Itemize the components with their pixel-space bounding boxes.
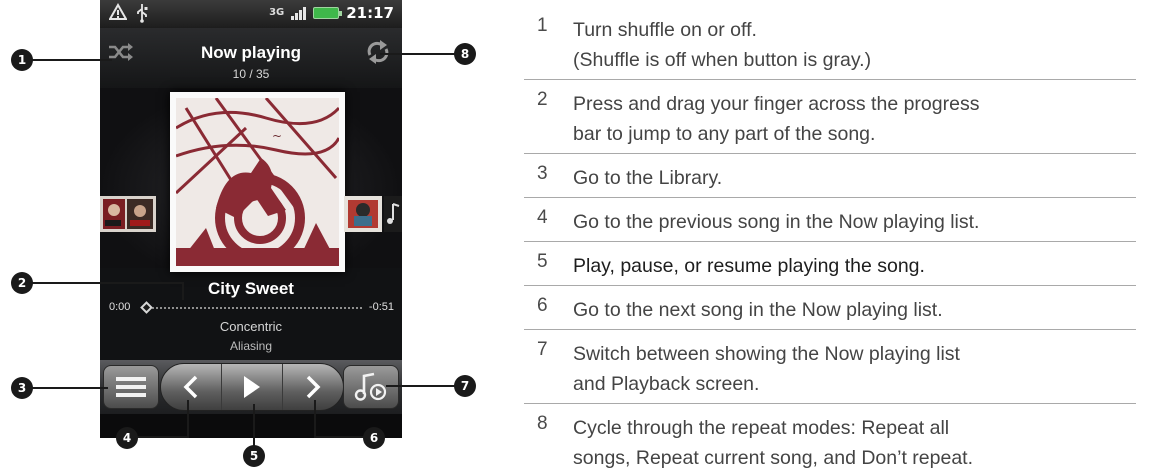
signal-icon [291, 6, 307, 20]
leader-line-6 [314, 436, 366, 438]
legend-text-line: bar to jump to any part of the song. [573, 123, 876, 145]
legend-row-5: 5 Play, pause, or resume playing the son… [524, 242, 1136, 286]
callout-1: 1 [11, 49, 33, 71]
play-button[interactable] [221, 364, 282, 410]
status-bar: 3G 21:17 [100, 0, 402, 28]
progress-bar[interactable]: 0:00 -0:51 [100, 300, 402, 316]
network-type: 3G [269, 7, 285, 18]
library-menu-icon [116, 377, 146, 397]
legend-text-line: songs, Repeat current song, and Don’t re… [573, 447, 973, 468]
legend-number: 3 [537, 163, 548, 184]
phone-bottom-edge [100, 414, 402, 438]
album-art-carousel[interactable]: ~ [100, 88, 402, 272]
callout-7: 7 [454, 375, 476, 397]
page-title: Now playing [200, 43, 302, 62]
legend-row-1: 1 Turn shuffle on or off. (Shuffle is of… [524, 5, 1136, 80]
legend-number: 8 [537, 413, 548, 434]
legend-text-line: and Playback screen. [573, 373, 760, 395]
svg-text:~: ~ [272, 129, 282, 143]
now-playing-list-button[interactable] [343, 365, 399, 409]
leader-line-4 [136, 436, 189, 438]
artist-name: Concentric [219, 319, 283, 334]
usb-icon [135, 3, 149, 27]
legend-number: 5 [537, 251, 548, 272]
legend-number: 2 [537, 89, 548, 110]
phone-screen: 3G 21:17 Now playing 10 / 35 ~ City Swee… [100, 0, 402, 438]
legend-row-8: 8 Cycle through the repeat modes: Repeat… [524, 404, 1136, 468]
callout-6: 6 [363, 427, 385, 449]
legend-row-6: 6 Go to the next song in the Now playing… [524, 286, 1136, 330]
progress-handle[interactable] [140, 301, 153, 314]
play-icon [244, 376, 260, 398]
legend-text-line: Turn shuffle on or off. [573, 19, 757, 41]
callout-8: 8 [454, 43, 476, 65]
next-button[interactable] [282, 364, 343, 410]
leader-line-7 [386, 385, 456, 387]
album-art: ~ [170, 92, 345, 272]
legend-number: 7 [537, 339, 548, 360]
callout-4: 4 [116, 427, 138, 449]
battery-icon [313, 7, 343, 19]
previous-icon [183, 375, 198, 399]
repeat-icon [367, 40, 389, 64]
legend-text-line: Switch between showing the Now playing l… [573, 343, 960, 365]
legend-text-line: Go to the Library. [573, 167, 723, 189]
warning-icon [108, 2, 128, 27]
library-button[interactable] [103, 365, 159, 409]
callout-5: 5 [243, 445, 265, 467]
playback-controls [100, 360, 402, 414]
time-remaining: -0:51 [368, 301, 394, 313]
legend-text-line: Play, pause, or resume playing the song. [573, 255, 925, 277]
callout-legend-table: 1 Turn shuffle on or off. (Shuffle is of… [524, 5, 1136, 468]
leader-line-1 [30, 59, 112, 61]
legend-number: 4 [537, 207, 548, 228]
next-icon [306, 375, 321, 399]
previous-button[interactable] [161, 364, 221, 410]
leader-line-8 [380, 53, 456, 55]
legend-text-line: (Shuffle is off when button is gray.) [573, 49, 872, 71]
repeat-button[interactable] [364, 39, 392, 65]
previous-album-thumbnail[interactable] [100, 196, 156, 232]
leader-line-4-vert [187, 400, 189, 438]
clock: 21:17 [346, 4, 394, 22]
track-position: 10 / 35 [232, 67, 270, 81]
progress-track[interactable] [152, 307, 362, 309]
callout-3: 3 [11, 377, 33, 399]
legend-row-7: 7 Switch between showing the Now playing… [524, 330, 1136, 404]
next-album-thumbnail[interactable] [344, 196, 402, 232]
now-playing-header: Now playing 10 / 35 [100, 28, 402, 88]
legend-number: 6 [537, 295, 548, 316]
legend-row-2: 2 Press and drag your finger across the … [524, 80, 1136, 154]
legend-text-line: Press and drag your finger across the pr… [573, 93, 980, 115]
legend-text-line: Go to the previous song in the Now playi… [573, 211, 980, 233]
leader-line-2-drop [182, 282, 184, 300]
legend-row-4: 4 Go to the previous song in the Now pla… [524, 198, 1136, 242]
legend-text-line: Cycle through the repeat modes: Repeat a… [573, 417, 950, 439]
legend-row-3: 3 Go to the Library. [524, 154, 1136, 198]
legend-text-line: Go to the next song in the Now playing l… [573, 299, 943, 321]
leader-line-6-vert [314, 400, 316, 438]
leader-line-5 [253, 404, 255, 447]
leader-line-2 [32, 282, 184, 284]
time-elapsed: 0:00 [109, 301, 131, 313]
leader-line-3 [30, 387, 108, 389]
callout-2: 2 [11, 272, 33, 294]
legend-number: 1 [537, 15, 548, 36]
now-playing-list-icon [354, 372, 387, 401]
album-name: Aliasing [229, 339, 273, 353]
